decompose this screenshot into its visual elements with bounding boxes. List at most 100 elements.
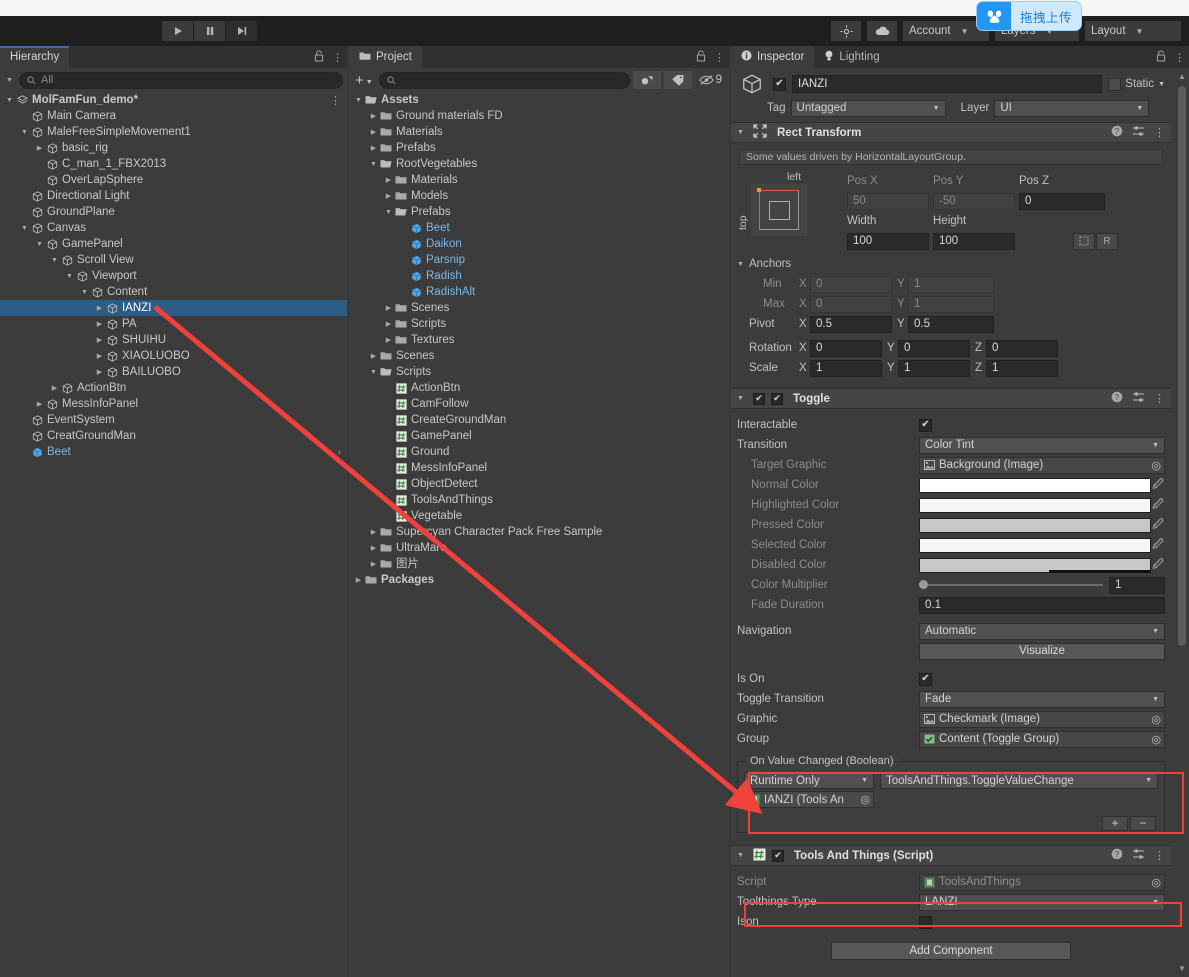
anchor-preset-widget[interactable] (751, 184, 807, 236)
tree-item-malefreesimplemovement1[interactable]: MaleFreeSimpleMovement1 (0, 124, 347, 140)
tag-dropdown[interactable]: Untagged ▼ (790, 99, 946, 117)
project-search-input[interactable] (378, 71, 630, 89)
layer-dropdown[interactable]: UI ▼ (994, 99, 1150, 117)
toggle-component-header[interactable]: ▼ Toggle ? ⋮ (731, 388, 1171, 409)
pressed-color-swatch[interactable] (919, 517, 1151, 533)
chevron-right-icon[interactable] (368, 352, 379, 360)
color-multiplier-field[interactable]: 1 (1109, 576, 1165, 594)
rotation-x-field[interactable]: 0 (810, 339, 882, 357)
tree-item-xiaoluobo[interactable]: XIAOLUOBO (0, 348, 347, 364)
tree-item-molfamfun-demo[interactable]: MolFamFun_demo* ⋮ (0, 92, 347, 108)
pos-y-field[interactable]: -50 (933, 192, 1015, 210)
rect-transform-header[interactable]: ▼ Rect Transform ? ⋮ (731, 122, 1171, 143)
tab-lighting[interactable]: Lighting (814, 46, 890, 68)
eyedropper-icon[interactable]: 🖉 (1151, 496, 1165, 515)
chevron-right-icon[interactable] (34, 400, 45, 408)
help-icon[interactable]: ? (1111, 848, 1123, 863)
foldout-icon[interactable]: ▼ (737, 129, 747, 136)
chevron-down-icon[interactable] (34, 241, 45, 248)
selected-color-swatch[interactable] (919, 537, 1151, 553)
scroll-down-icon[interactable]: ▼ (1178, 964, 1186, 973)
gameobject-name-field[interactable]: IANZI (792, 75, 1103, 93)
cloud-icon[interactable] (867, 21, 897, 41)
chevron-down-icon[interactable] (19, 129, 30, 136)
tree-item-assets[interactable]: Assets (349, 92, 729, 108)
chevron-right-icon[interactable] (94, 304, 105, 312)
chevron-down-icon[interactable]: ▼ (1158, 81, 1165, 88)
chevron-right-icon[interactable] (383, 320, 394, 328)
tree-item-viewport[interactable]: Viewport (0, 268, 347, 284)
tree-item-gamepanel[interactable]: GamePanel (0, 236, 347, 252)
toggle-transition-dropdown[interactable]: Fade ▼ (919, 690, 1165, 708)
target-graphic-field[interactable]: Background (Image) ◎ (919, 456, 1165, 474)
tree-item-beet[interactable]: Beet (349, 220, 729, 236)
chevron-right-icon[interactable] (368, 544, 379, 552)
lock-icon[interactable] (314, 49, 324, 65)
chevron-right-icon[interactable] (94, 368, 105, 376)
chevron-right-icon[interactable] (94, 336, 105, 344)
tree-item-models[interactable]: Models (349, 188, 729, 204)
tree-item-creategroundman[interactable]: CreateGroundMan (349, 412, 729, 428)
tree-item-content[interactable]: Content (0, 284, 347, 300)
tree-item-scenes[interactable]: Scenes (349, 348, 729, 364)
scale-z-field[interactable]: 1 (986, 359, 1058, 377)
tree-item-main-camera[interactable]: Main Camera (0, 108, 347, 124)
chevron-right-icon[interactable] (353, 576, 364, 584)
chevron-right-icon[interactable] (368, 112, 379, 120)
static-checkbox[interactable] (1108, 77, 1122, 91)
tree-item-radishalt[interactable]: RadishAlt (349, 284, 729, 300)
scroll-up-icon[interactable]: ▲ (1178, 72, 1186, 81)
chevron-down-icon[interactable] (383, 209, 394, 216)
fade-duration-field[interactable]: 0.1 (919, 596, 1165, 614)
tree-item-pa[interactable]: PA (0, 316, 347, 332)
tree-item-packages[interactable]: Packages (349, 572, 729, 588)
foldout-icon[interactable]: ▼ (737, 261, 749, 268)
scale-x-field[interactable]: 1 (810, 359, 882, 377)
tree-item-materials[interactable]: Materials (349, 172, 729, 188)
pos-z-field[interactable]: 0 (1019, 192, 1105, 210)
graphic-field[interactable]: Checkmark (Image) ◎ (919, 710, 1165, 728)
object-picker-icon[interactable]: ◎ (860, 793, 870, 806)
kebab-menu-icon[interactable]: ⋮ (330, 94, 341, 107)
scrollbar-thumb[interactable] (1178, 86, 1186, 646)
step-icon[interactable] (226, 21, 257, 41)
tree-item-gamepanel[interactable]: GamePanel (349, 428, 729, 444)
chevron-down-icon[interactable] (353, 97, 364, 104)
remove-event-button[interactable]: − (1130, 815, 1156, 831)
hidden-packages-count[interactable]: 9 (695, 71, 726, 89)
chevron-right-icon[interactable] (383, 192, 394, 200)
chevron-down-icon[interactable] (368, 369, 379, 376)
object-picker-icon[interactable]: ◎ (1151, 733, 1161, 746)
tree-item-groundplane[interactable]: GroundPlane (0, 204, 347, 220)
event-function-dropdown[interactable]: ToolsAndThings.ToggleValueChange ▼ (880, 772, 1158, 789)
tree-item-bailuobo[interactable]: BAILUOBO (0, 364, 347, 380)
help-icon[interactable]: ? (1111, 125, 1123, 140)
tree-item-radish[interactable]: Radish (349, 268, 729, 284)
preset-icon[interactable] (1132, 848, 1145, 863)
tree-item-objectdetect[interactable]: ObjectDetect (349, 476, 729, 492)
play-icon[interactable] (162, 21, 193, 41)
tree-item-ground[interactable]: Ground (349, 444, 729, 460)
tree-item-c-man-1-fbx2013[interactable]: C_man_1_FBX2013 (0, 156, 347, 172)
kebab-menu-icon[interactable]: ⋮ (1154, 849, 1165, 862)
transition-dropdown[interactable]: Color Tint ▼ (919, 436, 1165, 454)
eyedropper-icon[interactable]: 🖉 (1151, 536, 1165, 555)
tree-item-messinfopanel[interactable]: MessInfoPanel (0, 396, 347, 412)
services-icon[interactable] (831, 21, 861, 41)
tree-item-canvas[interactable]: Canvas (0, 220, 347, 236)
anchor-max-y-field[interactable]: 1 (908, 295, 994, 313)
object-picker-icon[interactable]: ◎ (1151, 459, 1161, 472)
chevron-down-icon[interactable] (4, 97, 15, 104)
eyedropper-icon[interactable]: 🖉 (1151, 556, 1165, 575)
anchor-min-y-field[interactable]: 1 (908, 275, 994, 293)
disabled-color-swatch[interactable] (919, 557, 1151, 573)
eyedropper-icon[interactable]: 🖉 (1151, 476, 1165, 495)
tools-and-things-header[interactable]: ▼ Tools And Things (Script) ? ⋮ (731, 845, 1171, 866)
foldout-icon[interactable]: ▼ (737, 395, 747, 402)
tree-item-ianzi[interactable]: IANZI (0, 300, 347, 316)
tree-item-directional-light[interactable]: Directional Light (0, 188, 347, 204)
rotation-y-field[interactable]: 0 (898, 339, 970, 357)
chevron-right-icon[interactable] (49, 384, 60, 392)
color-multiplier-slider[interactable] (919, 580, 1103, 589)
tree-item-scripts[interactable]: Scripts (349, 364, 729, 380)
